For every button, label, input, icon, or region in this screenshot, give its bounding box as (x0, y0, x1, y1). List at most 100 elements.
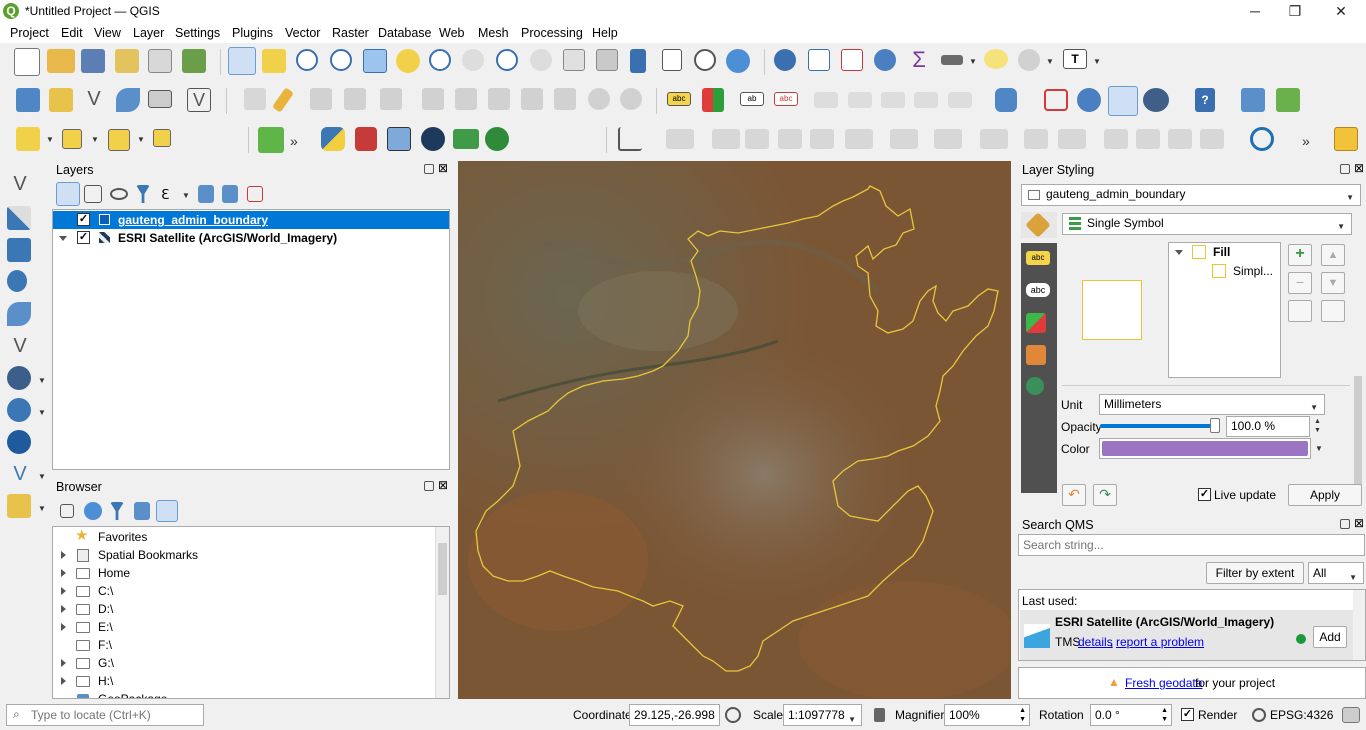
shape-tool-8-icon[interactable] (934, 129, 962, 149)
close-panel-icon[interactable]: ⊠ (1354, 161, 1364, 175)
float-panel-icon[interactable] (424, 481, 434, 491)
move-label-icon[interactable] (814, 92, 838, 108)
3d-view-tab-icon[interactable] (1026, 313, 1046, 333)
chevron-right-icon[interactable] (61, 659, 66, 667)
duplicate-symbol-layer-button[interactable] (1288, 300, 1312, 322)
open-project-icon[interactable] (47, 49, 75, 73)
fill-node-label[interactable]: Fill (1213, 245, 1230, 259)
layer-visibility-checkbox[interactable]: ✓ (77, 213, 90, 226)
new-spatialite-layer-icon[interactable] (116, 88, 140, 112)
delete-selected-icon[interactable] (455, 88, 477, 110)
menu-raster[interactable]: Raster (332, 26, 369, 40)
close-panel-icon[interactable]: ⊠ (1354, 516, 1364, 530)
messages-icon[interactable] (1342, 707, 1360, 723)
shape-tool-1-icon[interactable] (666, 129, 694, 149)
browser-item[interactable]: ★ Favorites (53, 527, 449, 546)
shape-tool-9-icon[interactable] (980, 129, 1008, 149)
identify-plugin-icon[interactable] (485, 127, 509, 151)
menu-layer[interactable]: Layer (133, 26, 164, 40)
add-feature-icon[interactable] (344, 88, 366, 110)
plugin-reloader-icon[interactable] (1276, 88, 1300, 112)
filter-legend-icon[interactable] (136, 185, 150, 203)
renderer-select[interactable]: Single Symbol ▼ (1062, 213, 1352, 235)
browser-item[interactable]: F:\ (53, 636, 449, 654)
shape-tool-3-icon[interactable] (745, 129, 769, 149)
maximize-button[interactable]: ❐ (1272, 2, 1318, 22)
chevron-down-icon[interactable]: ▼ (182, 191, 190, 200)
pan-to-selection-icon[interactable] (262, 49, 286, 73)
menu-project[interactable]: Project (10, 26, 49, 40)
manage-visibility-icon[interactable] (110, 188, 128, 200)
shape-tool-13-icon[interactable] (1136, 129, 1160, 149)
chevron-down-icon[interactable]: ▼ (38, 376, 46, 385)
digitize-icon[interactable] (1044, 89, 1068, 111)
add-mesh-layer-icon[interactable] (7, 238, 31, 262)
map-tips-icon[interactable] (984, 49, 1008, 69)
add-spatialite-icon[interactable] (7, 302, 31, 326)
style-layer-icon[interactable] (56, 182, 80, 206)
new-print-layout-icon[interactable] (115, 49, 139, 73)
add-symbol-layer-button[interactable]: + (1288, 244, 1312, 266)
unit-select[interactable]: Millimeters ▼ (1099, 394, 1325, 415)
opacity-slider[interactable] (1100, 424, 1216, 428)
shape-tool-2-icon[interactable] (712, 129, 740, 149)
chevron-down-icon[interactable]: ▼ (38, 504, 46, 513)
menu-view[interactable]: View (94, 26, 121, 40)
help-contents-icon[interactable]: ? (1195, 88, 1215, 112)
measure-line-icon[interactable] (941, 55, 963, 65)
browser-item[interactable]: C:\ (53, 582, 449, 600)
menu-edit[interactable]: Edit (61, 26, 83, 40)
scrollbar-thumb[interactable] (1354, 376, 1362, 500)
add-wfs-layer-icon[interactable] (7, 430, 31, 454)
zoom-to-layer-icon[interactable] (429, 49, 451, 71)
map-plugin-icon[interactable] (453, 129, 479, 149)
select-features-icon[interactable] (16, 127, 40, 151)
qms-search-input[interactable] (1018, 534, 1365, 556)
rotation-field[interactable]: 0.0 ° ▲ ▼ (1090, 704, 1172, 726)
field-calculator-icon[interactable] (841, 49, 863, 71)
zoom-full-icon[interactable] (363, 49, 387, 73)
change-label-icon[interactable] (881, 92, 905, 108)
undo-style-button[interactable]: ↶ (1062, 484, 1086, 506)
layer-item[interactable]: ✓ gauteng_admin_boundary (53, 211, 449, 229)
diagram-toolbar-icon[interactable] (702, 88, 724, 112)
modify-attributes-icon[interactable] (422, 88, 444, 110)
identify-features-icon[interactable] (774, 49, 796, 71)
layer-item[interactable]: ✓ ESRI Satellite (ArcGIS/World_Imagery) (53, 229, 449, 247)
move-down-button[interactable]: ▼ (1321, 272, 1345, 294)
add-delimited-text-icon[interactable] (7, 270, 27, 292)
redo-style-button[interactable]: ↷ (1093, 484, 1117, 506)
profile-tool-icon[interactable] (618, 127, 642, 151)
current-edits-icon[interactable] (244, 88, 266, 110)
attribute-table-icon[interactable] (808, 49, 830, 71)
browser-item[interactable]: D:\ (53, 600, 449, 618)
new-shapefile-layer-icon[interactable]: V (82, 88, 106, 112)
fresh-geodata-link[interactable]: Fresh geodata (1125, 676, 1202, 690)
add-arcgis-layer-icon[interactable]: V (7, 462, 33, 488)
opacity-field[interactable]: 100.0 % (1226, 416, 1310, 437)
new-bookmark-icon[interactable] (630, 49, 646, 73)
menu-processing[interactable]: Processing (521, 26, 583, 40)
menu-vector[interactable]: Vector (285, 26, 320, 40)
chevron-down-icon[interactable]: ▼ (1315, 444, 1323, 453)
menu-mesh[interactable]: Mesh (478, 26, 509, 40)
add-wms-icon[interactable] (1077, 88, 1101, 112)
qms-result-item[interactable]: ESRI Satellite (ArcGIS/World_Imagery) TM… (1020, 610, 1353, 660)
filter-browser-icon[interactable] (110, 502, 124, 520)
browser-item[interactable]: GeoPackage (53, 690, 449, 698)
processing-toolbox-icon[interactable] (874, 49, 896, 71)
menu-database[interactable]: Database (378, 26, 432, 40)
menu-web[interactable]: Web (439, 26, 464, 40)
browser-item[interactable]: H:\ (53, 672, 449, 690)
history-tab-icon[interactable] (1026, 377, 1044, 395)
qms-scrollbar[interactable] (1353, 590, 1365, 660)
simple-fill-node-label[interactable]: Simpl... (1233, 264, 1273, 278)
label-properties-icon[interactable] (948, 92, 972, 108)
opacity-spinner[interactable]: ▲ ▼ (1314, 417, 1321, 435)
magnifier-spinner[interactable]: ▲ ▼ (1019, 706, 1026, 724)
locator-search-icon[interactable] (258, 127, 284, 153)
zoom-last-icon[interactable] (496, 49, 518, 71)
new-virtual-layer-icon[interactable] (148, 90, 172, 108)
chevron-down-icon[interactable]: ▼ (1046, 57, 1054, 66)
pan-map-icon[interactable] (228, 47, 256, 75)
